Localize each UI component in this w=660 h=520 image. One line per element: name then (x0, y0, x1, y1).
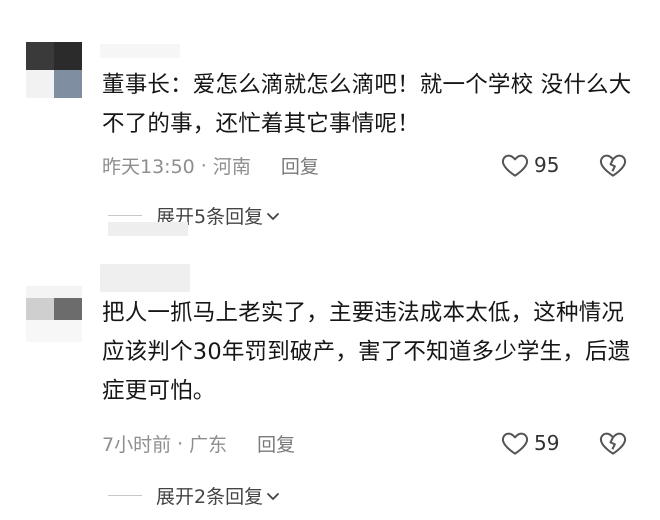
meta-separator: · (200, 154, 207, 177)
expand-replies-button[interactable]: 展开2条回复 (108, 482, 281, 509)
comment-time: 7小时前 (102, 434, 172, 456)
heart-outline-icon (501, 432, 529, 455)
comment-location: 河南 (212, 156, 251, 178)
comment-time: 昨天13:50 (102, 156, 195, 178)
comment-text: 董事长：爱怎么滴就怎么滴吧！就一个学校 没什么大不了的事，还忙着其它事情呢！ (102, 72, 632, 137)
chevron-down-icon (267, 492, 279, 500)
blurred-region (108, 222, 188, 236)
expand-replies-label: 展开2条回复 (156, 486, 264, 508)
dislike-button[interactable] (598, 428, 628, 462)
username-blurred[interactable] (100, 264, 190, 292)
username-blurred[interactable] (100, 44, 180, 58)
comment-item: 把人一抓马上老实了，主要违法成本太低，这种情况应该判个30年罚到破产，害了不知道… (0, 262, 660, 520)
comment-text: 把人一抓马上老实了，主要违法成本太低，这种情况应该判个30年罚到破产，害了不知道… (102, 300, 631, 404)
expand-divider (108, 495, 142, 496)
comment-item: 董事长：爱怎么滴就怎么滴吧！就一个学校 没什么大不了的事，还忙着其它事情呢！ 昨… (0, 0, 660, 262)
like-button[interactable]: 59 (500, 428, 559, 458)
like-count: 95 (534, 153, 560, 177)
like-count: 59 (534, 431, 560, 455)
avatar[interactable] (26, 42, 82, 98)
broken-heart-icon (599, 154, 627, 177)
like-button[interactable]: 95 (500, 150, 559, 180)
chevron-down-icon (267, 212, 279, 220)
comment-meta: 昨天13:50 · 河南 回复 (102, 152, 319, 179)
reply-button[interactable]: 回复 (281, 152, 319, 179)
dislike-button[interactable] (598, 150, 628, 184)
comment-location: 广东 (189, 434, 228, 456)
expand-divider (108, 215, 142, 216)
comment-meta: 7小时前 · 广东 回复 (102, 430, 295, 457)
heart-outline-icon (501, 154, 529, 177)
broken-heart-icon (599, 432, 627, 455)
meta-separator: · (177, 432, 184, 455)
reply-button[interactable]: 回复 (257, 430, 295, 457)
avatar[interactable] (26, 286, 82, 342)
